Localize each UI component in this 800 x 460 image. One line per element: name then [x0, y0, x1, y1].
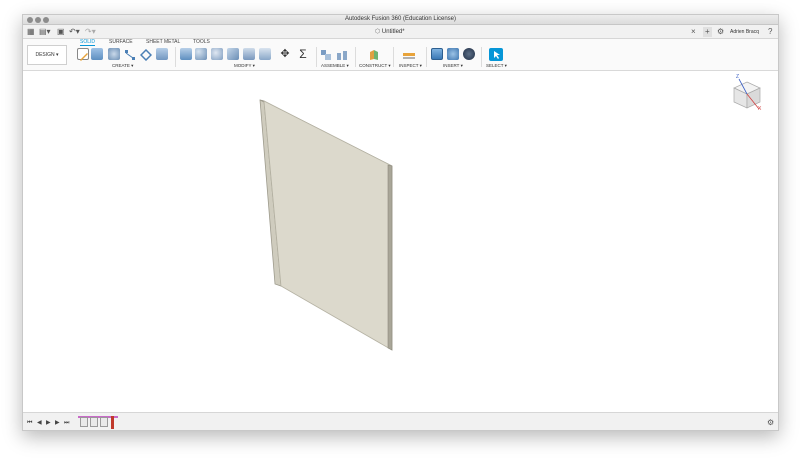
canvas-viewport[interactable]: Z X	[23, 71, 778, 412]
timeline-settings-gear-icon[interactable]: ⚙	[767, 418, 774, 428]
construct-group-label[interactable]: CONSTRUCT ▾	[359, 63, 391, 69]
workspace-switcher-button[interactable]: DESIGN ▾	[27, 45, 67, 65]
insert-group-label[interactable]: INSERT ▾	[443, 63, 463, 69]
sweep-icon[interactable]	[124, 48, 136, 60]
shell-icon[interactable]	[227, 48, 239, 60]
insert-mcmaster-icon[interactable]	[463, 48, 475, 60]
move-copy-icon[interactable]: ✥	[279, 48, 291, 60]
extrude-icon[interactable]	[91, 48, 103, 60]
combine-icon[interactable]	[243, 48, 255, 60]
divider	[481, 47, 482, 67]
inspect-group-label[interactable]: INSPECT ▾	[399, 63, 422, 69]
view-cube-z-label: Z	[736, 74, 740, 80]
extensions-icon[interactable]: ⚙	[717, 27, 724, 37]
save-icon[interactable]: ▣	[57, 27, 65, 37]
title-bar: Autodesk Fusion 360 (Education License)	[23, 15, 778, 25]
offset-plane-icon[interactable]	[368, 48, 380, 60]
window-title: Autodesk Fusion 360 (Education License)	[344, 16, 457, 22]
divider	[316, 47, 317, 67]
modify-group-label[interactable]: MODIFY ▾	[234, 63, 255, 69]
go-to-end-icon[interactable]: ⏭	[64, 418, 69, 428]
file-menu-icon[interactable]: ▤▾	[39, 27, 51, 37]
insert-mesh-icon[interactable]	[447, 48, 459, 60]
joint-icon[interactable]	[336, 48, 348, 60]
create-group-label[interactable]: CREATE ▾	[112, 63, 133, 69]
view-cube[interactable]: Z X	[730, 74, 764, 112]
tab-sheet-metal[interactable]: SHEET METAL	[146, 39, 180, 45]
scale-icon[interactable]	[259, 48, 271, 60]
app-window: Autodesk Fusion 360 (Education License) …	[22, 14, 779, 431]
insert-image-icon[interactable]	[431, 48, 443, 60]
measure-icon[interactable]	[403, 48, 415, 60]
user-account[interactable]: Adrien Bracq	[730, 27, 759, 37]
document-cube-icon: ⬡	[375, 29, 381, 35]
timeline-feature[interactable]	[100, 417, 108, 427]
timeline-marker-icon[interactable]	[111, 416, 114, 429]
tab-solid[interactable]: SOLID	[80, 39, 96, 46]
assemble-group-label[interactable]: ASSEMBLE ▾	[321, 63, 349, 69]
undo-icon[interactable]: ↶▾	[69, 27, 80, 37]
new-component-icon[interactable]	[320, 48, 332, 60]
divider	[355, 47, 356, 67]
new-tab-plus-icon[interactable]: +	[703, 27, 712, 37]
timeline-bar: ⏮ ◀ ▶ ▶ ⏭ ⚙	[23, 412, 778, 430]
document-tab[interactable]: ⬡ Untitled*	[375, 26, 405, 38]
select-group-label[interactable]: SELECT ▾	[486, 63, 507, 69]
create-sketch-icon[interactable]	[77, 48, 89, 61]
panel-right-edge	[387, 164, 393, 351]
divider	[393, 47, 394, 67]
step-forward-icon[interactable]: ▶	[55, 418, 60, 428]
data-panel-grid-icon[interactable]: ▦	[27, 27, 35, 37]
close-tab-icon[interactable]: ×	[691, 27, 696, 37]
view-cube-x-label: X	[758, 106, 762, 112]
timeline-extrude-feature[interactable]	[90, 417, 98, 427]
tab-surface[interactable]: SURFACE	[109, 39, 133, 45]
play-icon[interactable]: ▶	[46, 418, 51, 428]
toolbar-ribbon: DESIGN ▾ SOLID SURFACE SHEET METAL TOOLS…	[23, 39, 778, 71]
tab-tools[interactable]: TOOLS	[193, 39, 210, 45]
step-back-icon[interactable]: ◀	[37, 418, 42, 428]
go-to-start-icon[interactable]: ⏮	[27, 418, 32, 428]
select-cursor-icon[interactable]	[489, 48, 503, 61]
divider	[426, 47, 427, 67]
box-icon[interactable]	[156, 48, 168, 60]
redo-icon[interactable]: ↷▾	[85, 27, 96, 37]
document-tab-label: Untitled*	[381, 29, 405, 35]
model-canvas	[259, 99, 393, 351]
chamfer-icon[interactable]	[211, 48, 223, 60]
press-pull-icon[interactable]	[180, 48, 192, 60]
revolve-icon[interactable]	[108, 48, 120, 60]
fillet-icon[interactable]	[195, 48, 207, 60]
sigma-icon[interactable]: Σ	[297, 48, 309, 60]
application-bar: ▦ ▤▾ ▣ ↶▾ ↷▾ ⬡ Untitled* × + ⚙ Adrien Br…	[23, 25, 778, 39]
help-icon[interactable]: ?	[768, 27, 772, 37]
timeline-sketch-feature[interactable]	[80, 417, 88, 427]
divider	[175, 47, 176, 67]
loft-icon[interactable]	[139, 48, 153, 62]
sheet-body-face[interactable]	[263, 100, 393, 351]
